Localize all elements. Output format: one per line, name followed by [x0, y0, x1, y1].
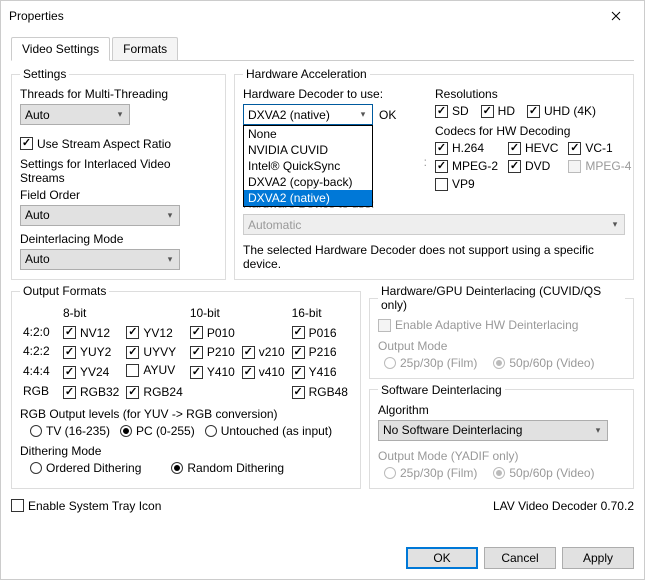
fmt-p210[interactable]: P210 [190, 345, 235, 359]
ok-button[interactable]: OK [406, 547, 478, 569]
hw-decoder-dropdown: None NVIDIA CUVID Intel® QuickSync DXVA2… [243, 125, 373, 207]
codec-mpeg2-checkbox[interactable]: MPEG-2 [435, 159, 498, 173]
sw-algo-combo[interactable]: No Software Deinterlacing ▾ [378, 420, 608, 441]
field-order-label: Field Order [20, 188, 217, 202]
fmt-v210[interactable]: v210 [242, 345, 285, 359]
fmt-rgb48[interactable]: RGB48 [292, 385, 348, 399]
resolutions-legend: Resolutions [435, 87, 625, 101]
codec-vp9-checkbox[interactable]: VP9 [435, 177, 498, 191]
output-formats-group: Output Formats 8-bit 10-bit 16-bit 4:2:0… [11, 284, 361, 489]
tab-video-settings[interactable]: Video Settings [11, 37, 110, 61]
close-button[interactable] [596, 2, 636, 30]
fmt-y410[interactable]: Y410 [190, 365, 235, 379]
fmt-yuy2[interactable]: YUY2 [63, 345, 111, 359]
hw-decoder-opt-none[interactable]: None [244, 126, 372, 142]
chevron-down-icon: ▾ [163, 210, 177, 221]
threads-label: Threads for Multi-Threading [20, 87, 217, 101]
hw-decoder-opt-qs[interactable]: Intel® QuickSync [244, 158, 372, 174]
fmt-ayuv[interactable]: AYUV [126, 363, 175, 377]
deint-mode-combo[interactable]: Auto ▾ [20, 249, 180, 270]
codec-vc1-checkbox[interactable]: VC-1 [568, 141, 631, 155]
apply-button[interactable]: Apply [562, 547, 634, 569]
rgb-tv-radio[interactable]: TV (16-235) [30, 424, 110, 438]
codecs-legend: Codecs for HW Decoding [435, 124, 625, 138]
hw-decoder-ok: OK [379, 108, 396, 122]
fmt-p016[interactable]: P016 [292, 326, 337, 340]
sw-deint-output-mode-label: Output Mode (YADIF only) [378, 449, 625, 463]
chevron-down-icon: ▾ [113, 109, 127, 120]
window-title: Properties [9, 9, 596, 23]
deint-mode-label: Deinterlacing Mode [20, 232, 217, 246]
hw-decoder-combo[interactable]: DXVA2 (native) ▾ [243, 104, 373, 125]
fmt-nv12[interactable]: NV12 [63, 326, 110, 340]
settings-legend: Settings [20, 67, 69, 81]
chevron-down-icon: ▾ [608, 219, 622, 230]
hw-legend: Hardware Acceleration [243, 67, 370, 81]
interlaced-settings-label: Settings for Interlaced Video Streams [20, 157, 217, 185]
hw-deint-adaptive-checkbox: Enable Adaptive HW Deinterlacing [378, 318, 578, 332]
hw-decoder-opt-dxva2cb[interactable]: DXVA2 (copy-back) [244, 174, 372, 190]
chevron-down-icon: ▾ [356, 109, 370, 120]
chevron-down-icon: ▾ [163, 254, 177, 265]
fmt-yv12[interactable]: YV12 [126, 326, 172, 340]
fmt-p010[interactable]: P010 [190, 326, 235, 340]
hw-decoder-opt-dxva2n[interactable]: DXVA2 (native) [244, 190, 372, 206]
dither-random-radio[interactable]: Random Dithering [171, 461, 284, 475]
fmt-p216[interactable]: P216 [292, 345, 337, 359]
hw-accel-group: Hardware Acceleration Hardware Decoder t… [234, 67, 634, 280]
settings-group: Settings Threads for Multi-Threading Aut… [11, 67, 226, 280]
fmt-y416[interactable]: Y416 [292, 365, 337, 379]
codec-hevc-checkbox[interactable]: HEVC [508, 141, 558, 155]
codec-h264-checkbox[interactable]: H.264 [435, 141, 498, 155]
fmt-rgb32[interactable]: RGB32 [63, 385, 119, 399]
hw-decoder-opt-cuvid[interactable]: NVIDIA CUVID [244, 142, 372, 158]
sw-algo-label: Algorithm [378, 403, 625, 417]
hw-device-combo: Automatic ▾ [243, 214, 625, 235]
dither-ordered-radio[interactable]: Ordered Dithering [30, 461, 141, 475]
properties-dialog: Properties Video Settings Formats Settin… [0, 0, 645, 580]
sw-deint-25p-radio: 25p/30p (Film) [384, 466, 477, 480]
threads-combo[interactable]: Auto ▾ [20, 104, 130, 125]
hw-deint-group: Hardware/GPU Deinterlacing (CUVID/QS onl… [369, 284, 634, 379]
tray-icon-checkbox[interactable]: Enable System Tray Icon [11, 499, 161, 513]
hw-deint-legend: Hardware/GPU Deinterlacing (CUVID/QS onl… [378, 284, 625, 312]
dialog-buttons: OK Cancel Apply [1, 541, 644, 579]
hw-deint-25p-radio: 25p/30p (Film) [384, 356, 477, 370]
sw-deint-50p-radio: 50p/60p (Video) [493, 466, 594, 480]
titlebar: Properties [1, 1, 644, 31]
codec-mpeg4-checkbox[interactable]: MPEG-4 [568, 159, 631, 173]
rgb-levels-label: RGB Output levels (for YUV -> RGB conver… [20, 407, 352, 421]
close-icon [611, 11, 621, 21]
field-order-combo[interactable]: Auto ▾ [20, 205, 180, 226]
hw-decoder-label: Hardware Decoder to use: [243, 87, 427, 101]
tab-formats[interactable]: Formats [112, 37, 178, 60]
sw-deint-legend: Software Deinterlacing [378, 383, 505, 397]
tab-bar: Video Settings Formats [11, 37, 634, 61]
dither-label: Dithering Mode [20, 444, 352, 458]
hw-deint-50p-radio: 50p/60p (Video) [493, 356, 594, 370]
cancel-button[interactable]: Cancel [484, 547, 556, 569]
version-label: LAV Video Decoder 0.70.2 [493, 499, 634, 513]
res-uhd-checkbox[interactable]: UHD (4K) [527, 104, 596, 118]
use-stream-aspect-checkbox[interactable]: Use Stream Aspect Ratio [20, 137, 171, 151]
output-legend: Output Formats [20, 284, 109, 298]
hw-deint-output-mode-label: Output Mode [378, 339, 625, 353]
fmt-uyvy[interactable]: UYVY [126, 345, 176, 359]
fmt-rgb24[interactable]: RGB24 [126, 385, 182, 399]
chevron-down-icon: ▾ [591, 425, 605, 436]
rgb-untouched-radio[interactable]: Untouched (as input) [205, 424, 332, 438]
sw-deint-group: Software Deinterlacing Algorithm No Soft… [369, 383, 634, 489]
fmt-yv24[interactable]: YV24 [63, 365, 109, 379]
codec-dvd-checkbox[interactable]: DVD [508, 159, 558, 173]
res-hd-checkbox[interactable]: HD [481, 104, 515, 118]
hw-device-note: The selected Hardware Decoder does not s… [243, 243, 625, 271]
rgb-pc-radio[interactable]: PC (0-255) [120, 424, 195, 438]
res-sd-checkbox[interactable]: SD [435, 104, 469, 118]
fmt-v410[interactable]: v410 [242, 365, 285, 379]
